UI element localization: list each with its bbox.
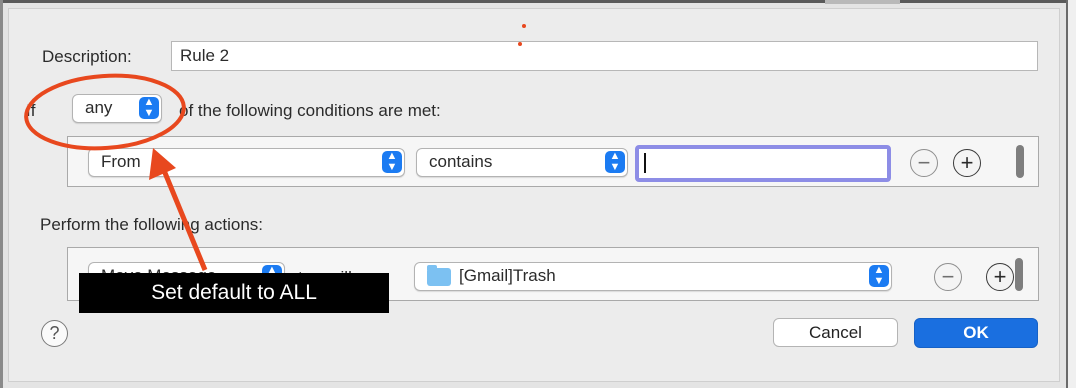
window-frame-right: [1066, 0, 1076, 388]
minus-circle-icon[interactable]: −: [934, 263, 962, 291]
text-cursor: [644, 153, 646, 173]
description-field[interactable]: Rule 2: [171, 41, 1038, 71]
plus-circle-icon[interactable]: +: [953, 149, 981, 177]
folder-icon: [427, 265, 451, 286]
mailbox-value: [Gmail]Trash: [459, 266, 556, 285]
condition-operator-value: contains: [429, 152, 493, 171]
mailbox-popup[interactable]: [Gmail]Trash ▲ ▼: [414, 262, 892, 291]
up-down-chevron-icon: ▲▼: [382, 151, 402, 173]
annotation-callout: Set default to ALL: [79, 273, 389, 313]
actions-scrollbar[interactable]: [1015, 258, 1023, 291]
window-frame-top: [0, 0, 1076, 3]
ok-button[interactable]: OK: [914, 318, 1038, 348]
if-label: If: [26, 101, 36, 120]
description-label: Description:: [42, 47, 132, 66]
actions-heading: Perform the following actions:: [40, 215, 263, 234]
up-down-chevron-icon: ▲▼: [869, 265, 889, 287]
conditions-scrollbar[interactable]: [1016, 145, 1024, 178]
plus-circle-icon[interactable]: +: [986, 263, 1014, 291]
condition-field-value: From: [101, 152, 141, 171]
up-down-chevron-icon: ▲▼: [605, 151, 625, 173]
match-type-value: any: [85, 98, 113, 117]
condition-operator-popup[interactable]: contains ▲ ▼: [416, 148, 628, 177]
up-down-chevron-icon: ▲▼: [139, 97, 159, 119]
match-type-popup[interactable]: any ▲ ▼: [72, 94, 162, 123]
window-frame-left: [0, 0, 3, 388]
conditions-suffix-label: of the following conditions are met:: [179, 101, 441, 120]
conditions-panel: From ▲ ▼ contains ▲ ▼ − +: [67, 136, 1039, 187]
help-button[interactable]: ?: [41, 320, 68, 347]
condition-field-popup[interactable]: From ▲ ▼: [88, 148, 405, 177]
condition-value-field[interactable]: [635, 145, 891, 182]
window-frame-tab: [825, 0, 900, 4]
minus-circle-icon[interactable]: −: [910, 149, 938, 177]
rule-editor-sheet: Description: Rule 2 If any ▲ ▼ of the fol…: [8, 8, 1060, 382]
cancel-button[interactable]: Cancel: [773, 318, 898, 347]
